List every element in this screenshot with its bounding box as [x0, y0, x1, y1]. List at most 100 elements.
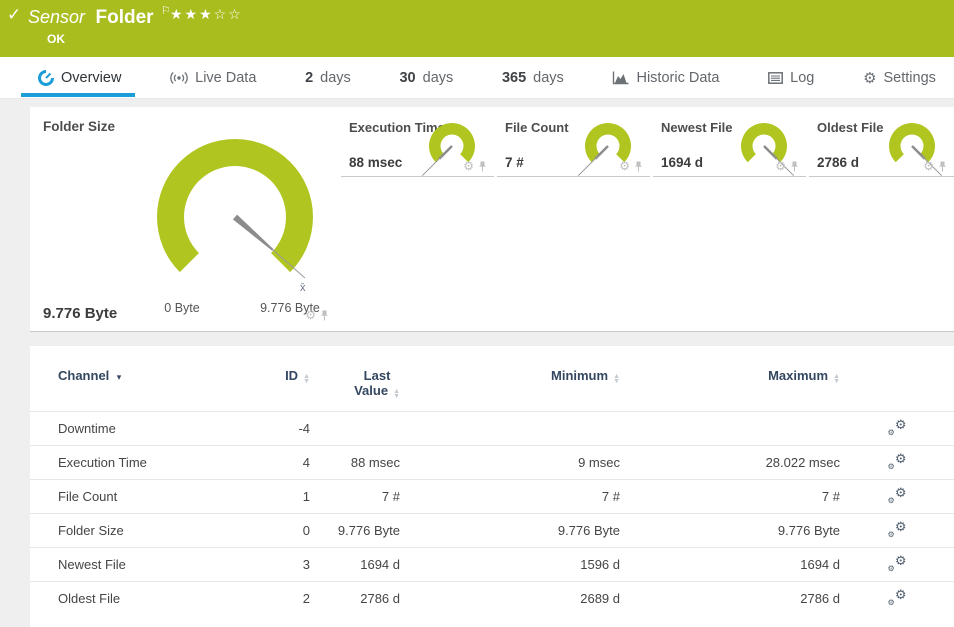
sort-icon: ▲ ▼ [303, 373, 310, 385]
channel-last-value [310, 412, 400, 446]
sort-icon: ▲ ▼ [613, 373, 620, 385]
tab-historic-data[interactable]: Historic Data [612, 57, 719, 99]
tile-pin-icon[interactable] [320, 310, 329, 321]
gauge-tile-oldest-file[interactable]: Oldest File 2786 d ⚙ [809, 107, 954, 177]
gauge-title: Folder Size [43, 119, 116, 134]
channel-last-value: 7 # [381, 489, 400, 504]
tab-log[interactable]: Log [768, 57, 814, 99]
tile-pin-icon[interactable] [478, 161, 487, 172]
channel-settings-icon[interactable]: ⚙ ⚙ [888, 485, 907, 505]
gauges-panel: Folder Size x̄ 0 Byte 9.776 Byte 9.776 B… [30, 107, 954, 332]
column-header-last-value[interactable]: Last Value ▲ ▼ [310, 346, 400, 412]
tile-pin-icon[interactable] [790, 161, 799, 172]
status-check-icon: ✓ [7, 5, 22, 24]
priority-stars[interactable]: ★★★☆☆ [170, 6, 243, 23]
channel-maximum: 9.776 Byte [777, 523, 840, 538]
gauge-tile-folder-size[interactable]: Folder Size x̄ 0 Byte 9.776 Byte 9.776 B… [30, 107, 336, 331]
table-body: Downtime -4 ⚙ ⚙ Execution Time 4 88 msec … [30, 411, 954, 616]
channel-minimum: 7 # [601, 489, 620, 504]
average-marker: x̄ [300, 282, 306, 294]
broadcast-icon [170, 71, 188, 85]
tab-live-data-label: Live Data [195, 69, 257, 86]
tile-pin-icon[interactable] [634, 161, 643, 172]
gauge-tile-newest-file[interactable]: Newest File 1694 d ⚙ [653, 107, 806, 177]
column-header-settings [840, 346, 954, 412]
channels-table-panel: Channel ▾ ID ▲ ▼ Last Value ▲ ▼ Minimum ▲ ▼ Max… [30, 346, 954, 627]
channel-minimum: 2689 d [580, 591, 620, 606]
channel-settings-icon[interactable]: ⚙ ⚙ [888, 553, 907, 573]
channel-maximum: 28.022 msec [765, 455, 840, 470]
tab-overview[interactable]: Overview [20, 57, 136, 99]
column-header-channel[interactable]: Channel ▾ [30, 346, 248, 412]
folder-size-gauge: x̄ [157, 138, 313, 294]
column-header-minimum[interactable]: Minimum ▲ ▼ [400, 346, 620, 412]
channel-maximum: 7 # [821, 489, 840, 504]
channel-id: 4 [302, 455, 310, 470]
column-header-maximum[interactable]: Maximum ▲ ▼ [620, 346, 840, 412]
stars-empty: ☆☆ [213, 6, 243, 22]
gauge-tile-file-count[interactable]: File Count 7 # ⚙ [497, 107, 650, 177]
tile-pin-icon[interactable] [938, 161, 947, 172]
gauge-value: 2786 d [817, 155, 860, 170]
channel-id: 0 [302, 523, 310, 538]
tab-historic-data-label: Historic Data [636, 69, 720, 86]
stars-filled: ★★★ [170, 6, 214, 22]
gauge-value: 1694 d [661, 155, 704, 170]
channel-maximum: 1694 d [800, 557, 840, 572]
channel-settings-icon[interactable]: ⚙ ⚙ [888, 417, 907, 437]
channel-name: Execution Time [58, 455, 147, 470]
channel-last-value: 1694 d [360, 557, 400, 572]
channel-last-value: 88 msec [350, 455, 400, 470]
tab-settings[interactable]: ⚙ Settings [863, 57, 936, 99]
channel-row: Downtime -4 ⚙ ⚙ [30, 411, 954, 446]
channel-minimum: 9 msec [578, 455, 620, 470]
tile-gear-icon[interactable]: ⚙ [775, 160, 786, 172]
channel-row: Execution Time 4 88 msec 9 msec 28.022 m… [30, 445, 954, 480]
tile-gear-icon[interactable]: ⚙ [463, 160, 474, 172]
channel-name: File Count [58, 489, 118, 504]
tab-bar: Overview Live Data 2 days 30 days 365 da… [0, 57, 954, 99]
tab-2-days-label: days [320, 69, 351, 86]
tab-live-data[interactable]: Live Data [170, 57, 256, 99]
channel-id: 2 [302, 591, 310, 606]
channel-minimum [400, 412, 620, 446]
channel-settings-icon[interactable]: ⚙ ⚙ [888, 451, 907, 471]
channel-minimum: 9.776 Byte [557, 523, 620, 538]
sensor-type-label: Sensor [28, 7, 86, 27]
channel-last-value: 2786 d [360, 591, 400, 606]
tab-30-days-label: days [422, 69, 454, 86]
channel-settings-icon[interactable]: ⚙ ⚙ [888, 587, 907, 607]
tab-30-days[interactable]: 30 days [399, 57, 453, 99]
channel-row: Newest File 3 1694 d 1596 d 1694 d ⚙ ⚙ [30, 547, 954, 582]
tab-365-days-number: 365 [501, 69, 527, 86]
tab-365-days[interactable]: 365 days [502, 57, 564, 99]
gauge-tile-execution-time[interactable]: Execution Time 88 msec ⚙ [341, 107, 494, 177]
channel-maximum [620, 412, 840, 446]
tab-365-days-label: days [533, 69, 564, 86]
channel-minimum: 1596 d [580, 557, 620, 572]
gauge-value: 9.776 Byte [43, 305, 118, 322]
channel-row: Folder Size 0 9.776 Byte 9.776 Byte 9.77… [30, 513, 954, 548]
area-chart-icon [612, 71, 629, 85]
tile-gear-icon[interactable]: ⚙ [619, 160, 630, 172]
tile-gear-icon[interactable]: ⚙ [923, 160, 934, 172]
channel-row: File Count 1 7 # 7 # 7 # ⚙ ⚙ [30, 479, 954, 514]
sensor-header: ✓ Sensor Folder ⚐ ★★★☆☆ OK [0, 0, 954, 57]
channel-settings-icon[interactable]: ⚙ ⚙ [888, 519, 907, 539]
gauge-value: 7 # [505, 155, 524, 170]
prtg-sensor-page: ✓ Sensor Folder ⚐ ★★★☆☆ OK Overview Live… [0, 0, 954, 627]
tile-gear-icon[interactable]: ⚙ [305, 309, 316, 321]
tab-log-label: Log [790, 69, 815, 86]
channel-name: Folder Size [58, 523, 124, 538]
gauge-title: Newest File [661, 120, 733, 135]
tab-2-days-number: 2 [305, 69, 314, 86]
gauge-title: File Count [505, 120, 569, 135]
sort-icon: ▲ ▼ [833, 373, 840, 385]
sort-desc-icon: ▾ [114, 372, 122, 382]
tab-30-days-number: 30 [399, 69, 416, 86]
gauge-title: Oldest File [817, 120, 884, 135]
tab-2-days[interactable]: 2 days [305, 57, 351, 99]
tab-overview-label: Overview [61, 69, 122, 86]
channels-table: Channel ▾ ID ▲ ▼ Last Value ▲ ▼ Minimum ▲ ▼ Max… [30, 346, 954, 615]
column-header-id[interactable]: ID ▲ ▼ [248, 346, 310, 412]
